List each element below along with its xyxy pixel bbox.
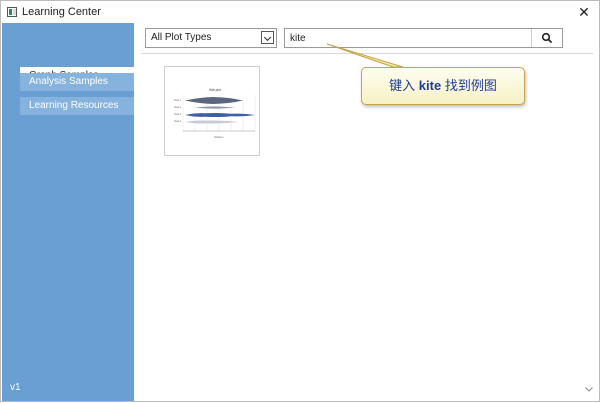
thumbnail-row-label: Row 4	[174, 120, 181, 123]
search-icon	[541, 32, 552, 43]
sidebar-item-analysis-samples[interactable]: Analysis Samples	[20, 73, 134, 91]
thumbnail-title: Kite plot	[209, 88, 221, 92]
thumbnail-row-label: Row 2	[174, 106, 181, 109]
thumbnail-row-label: Row 1	[174, 99, 181, 102]
chevron-down-icon[interactable]	[261, 31, 274, 44]
window-title: Learning Center	[22, 6, 101, 18]
app-icon	[7, 7, 17, 17]
sidebar-item-label: Analysis Samples	[29, 76, 108, 87]
sidebar-item-learning-resources[interactable]: Learning Resources	[20, 97, 134, 115]
version-label: v1	[10, 382, 21, 393]
chevron-down-icon	[585, 387, 593, 392]
kite-plot-preview: Kite plot Row 1 Row 2 Row 3 Row 4 Distan…	[174, 88, 256, 139]
toolbar-divider	[141, 53, 593, 54]
plot-type-selected-value: All Plot Types	[151, 32, 212, 43]
title-bar: Learning Center ✕	[1, 1, 599, 23]
search-input[interactable]	[285, 29, 531, 47]
thumbnail-row-label: Row 3	[174, 113, 181, 116]
learning-center-window: Learning Center ✕ Graph Samples Analysis…	[0, 0, 600, 402]
search-box	[284, 28, 563, 48]
scroll-down-button[interactable]	[584, 381, 594, 392]
search-button[interactable]	[531, 29, 562, 47]
sidebar-item-label: Learning Resources	[29, 100, 119, 111]
hint-callout: 键入 kite 找到例图	[361, 67, 525, 105]
plot-type-select[interactable]: All Plot Types	[145, 28, 277, 48]
close-button[interactable]: ✕	[575, 3, 593, 21]
sidebar: Graph Samples Analysis Samples Learning …	[2, 23, 134, 401]
callout-prefix: 键入	[389, 78, 419, 93]
callout-suffix: 找到例图	[441, 78, 497, 93]
thumbnail-x-label: Distance	[214, 136, 224, 139]
graph-sample-thumbnail[interactable]: Kite plot Row 1 Row 2 Row 3 Row 4 Distan…	[164, 66, 260, 156]
callout-keyword: kite	[418, 78, 442, 93]
